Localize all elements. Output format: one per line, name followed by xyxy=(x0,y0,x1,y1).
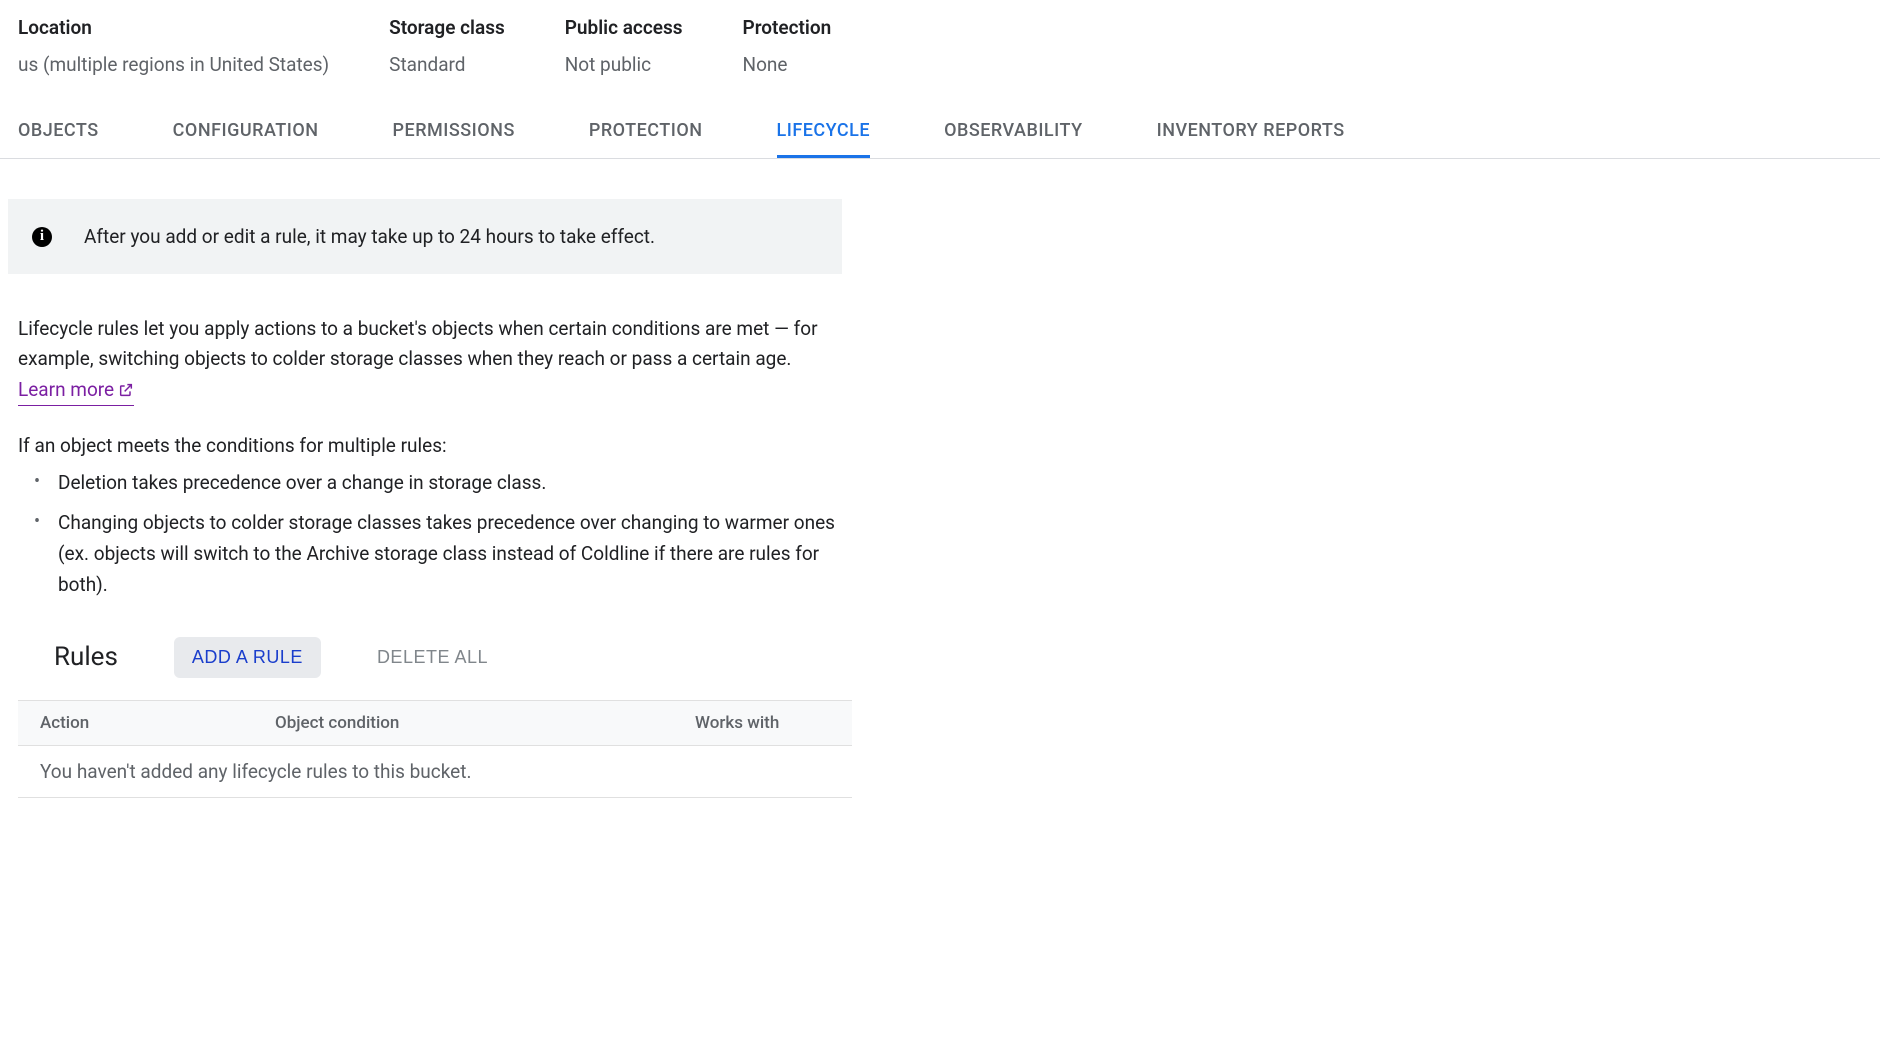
info-icon: i xyxy=(32,227,52,247)
summary-label: Location xyxy=(18,16,329,39)
tab-observability[interactable]: OBSERVABILITY xyxy=(944,106,1083,158)
tab-lifecycle[interactable]: LIFECYCLE xyxy=(777,106,871,158)
learn-more-link[interactable]: Learn more xyxy=(18,375,134,406)
precedence-item-deletion: Deletion takes precedence over a change … xyxy=(28,467,842,498)
summary-protection: Protection None xyxy=(743,16,832,76)
tab-bar: OBJECTS CONFIGURATION PERMISSIONS PROTEC… xyxy=(0,106,1880,159)
tab-protection[interactable]: PROTECTION xyxy=(589,106,703,158)
summary-location: Location us (multiple regions in United … xyxy=(18,16,329,76)
bucket-summary-header: Location us (multiple regions in United … xyxy=(0,0,1880,106)
summary-label: Storage class xyxy=(389,16,505,39)
delete-all-button[interactable]: DELETE ALL xyxy=(377,647,488,668)
tab-inventory-reports[interactable]: INVENTORY REPORTS xyxy=(1157,106,1345,158)
tab-objects[interactable]: OBJECTS xyxy=(18,106,99,158)
precedence-block: If an object meets the conditions for mu… xyxy=(8,434,842,600)
summary-value: us (multiple regions in United States) xyxy=(18,53,329,76)
description-paragraph: Lifecycle rules let you apply actions to… xyxy=(18,314,842,406)
add-rule-button[interactable]: ADD A RULE xyxy=(174,637,321,678)
rules-table: Action Object condition Works with You h… xyxy=(18,700,852,798)
lifecycle-description: Lifecycle rules let you apply actions to… xyxy=(8,314,842,406)
rules-empty-message: You haven't added any lifecycle rules to… xyxy=(18,746,852,798)
info-banner-text: After you add or edit a rule, it may tak… xyxy=(84,225,655,248)
col-header-action: Action xyxy=(40,713,275,733)
external-link-icon xyxy=(118,382,134,398)
tab-configuration[interactable]: CONFIGURATION xyxy=(173,106,319,158)
summary-storage-class: Storage class Standard xyxy=(389,16,505,76)
precedence-list: Deletion takes precedence over a change … xyxy=(18,467,842,600)
info-banner: i After you add or edit a rule, it may t… xyxy=(8,199,842,274)
summary-label: Protection xyxy=(743,16,832,39)
lifecycle-content: i After you add or edit a rule, it may t… xyxy=(0,159,860,798)
summary-value: None xyxy=(743,53,832,76)
summary-value: Standard xyxy=(389,53,505,76)
summary-public-access: Public access Not public xyxy=(565,16,683,76)
rules-header: Rules ADD A RULE DELETE ALL xyxy=(8,637,842,678)
description-text: Lifecycle rules let you apply actions to… xyxy=(18,317,818,370)
tab-permissions[interactable]: PERMISSIONS xyxy=(393,106,515,158)
rules-title: Rules xyxy=(54,642,118,672)
learn-more-text: Learn more xyxy=(18,375,114,405)
summary-value: Not public xyxy=(565,53,683,76)
rules-table-header: Action Object condition Works with xyxy=(18,700,852,746)
col-header-works-with: Works with xyxy=(695,713,830,733)
col-header-condition: Object condition xyxy=(275,713,695,733)
precedence-item-colder: Changing objects to colder storage class… xyxy=(28,507,842,601)
precedence-intro: If an object meets the conditions for mu… xyxy=(18,434,842,457)
summary-label: Public access xyxy=(565,16,683,39)
